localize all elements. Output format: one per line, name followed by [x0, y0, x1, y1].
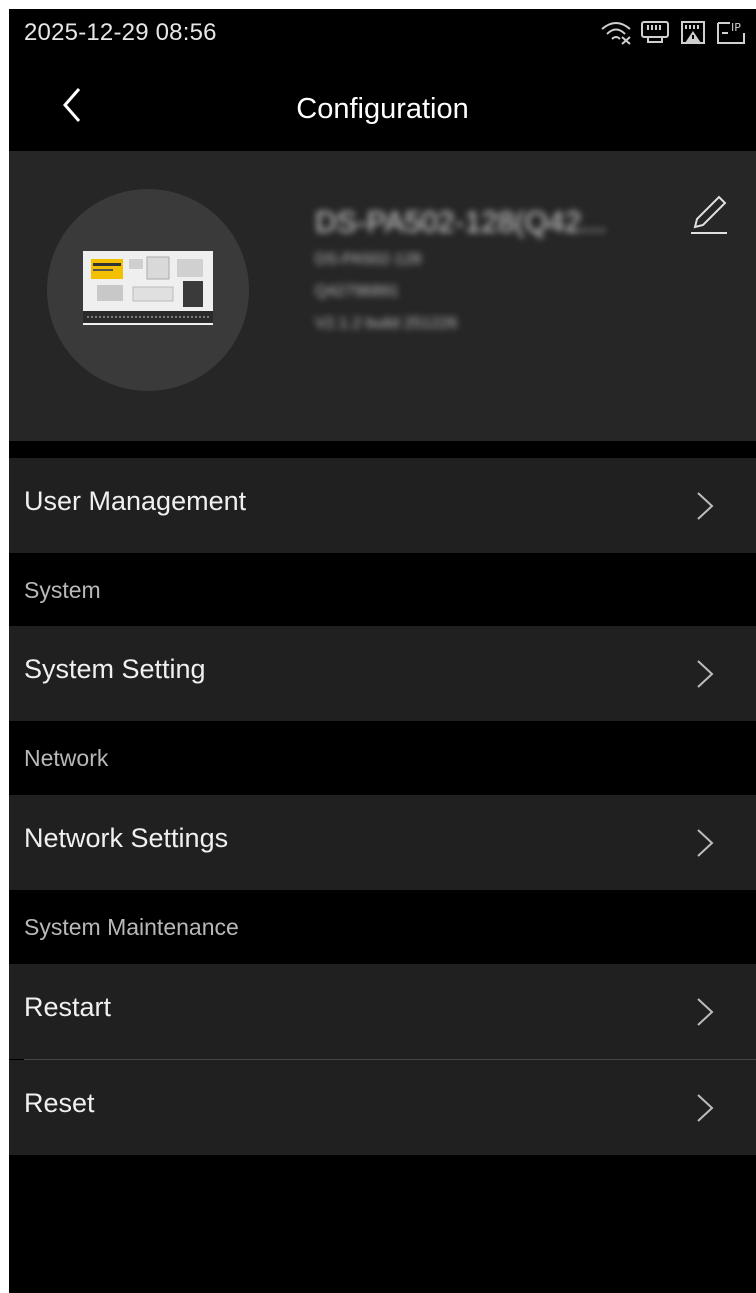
section-header-system-maintenance: System Maintenance — [9, 890, 756, 963]
menu-item-label: User Management — [24, 486, 247, 516]
device-firmware: V2.1.2 build 251226 — [315, 315, 458, 332]
section-label: Network — [24, 745, 109, 771]
status-datetime: 2025-12-29 08:56 — [24, 19, 217, 46]
menu-item-reset[interactable]: Reset — [9, 1060, 756, 1155]
device-card: DS-PA502-128(Q42... DS-PA502-128 Q427968… — [9, 151, 756, 441]
device-serial: Q42796891 — [315, 283, 399, 300]
device-avatar — [47, 189, 249, 391]
menu-item-label: Restart — [24, 992, 112, 1022]
chevron-right-icon — [697, 998, 714, 1026]
menu-item-user-management[interactable]: User Management — [9, 458, 756, 553]
device-image — [83, 251, 213, 325]
device-name: DS-PA502-128(Q42... — [315, 206, 607, 239]
section-header-network: Network — [9, 721, 756, 794]
svg-text:IP: IP — [731, 21, 741, 34]
page-title: Configuration — [296, 93, 469, 125]
menu-item-restart[interactable]: Restart — [9, 964, 756, 1059]
title-bar: Configuration — [9, 59, 756, 151]
menu-item-label: Reset — [24, 1088, 95, 1118]
sim-warning-icon — [678, 19, 708, 45]
ip-icon: IP — [716, 19, 746, 45]
chevron-right-icon — [697, 492, 714, 520]
ethernet-icon — [640, 19, 670, 45]
device-model: DS-PA502-128 — [315, 251, 422, 268]
chevron-right-icon — [697, 829, 714, 857]
section-label: System Maintenance — [24, 914, 239, 940]
menu-item-network-settings[interactable]: Network Settings — [9, 795, 756, 890]
status-bar: 2025-12-29 08:56 IP — [9, 9, 756, 59]
chevron-right-icon — [697, 660, 714, 688]
wifi-disconnected-icon — [600, 19, 632, 45]
status-icons: IP — [600, 19, 746, 45]
device-info: DS-PA502-128(Q42... DS-PA502-128 Q427968… — [315, 203, 675, 339]
section-header-system: System — [9, 553, 756, 626]
app-screen: 2025-12-29 08:56 IP Configuration DS-PA5… — [9, 9, 756, 1293]
pencil-icon — [691, 195, 727, 234]
menu-item-label: System Setting — [24, 654, 206, 684]
menu-item-label: Network Settings — [24, 823, 229, 853]
chevron-right-icon — [697, 1094, 714, 1122]
edit-device-name-button[interactable] — [687, 193, 731, 237]
section-label: System — [24, 577, 101, 603]
menu-item-system-setting[interactable]: System Setting — [9, 626, 756, 721]
